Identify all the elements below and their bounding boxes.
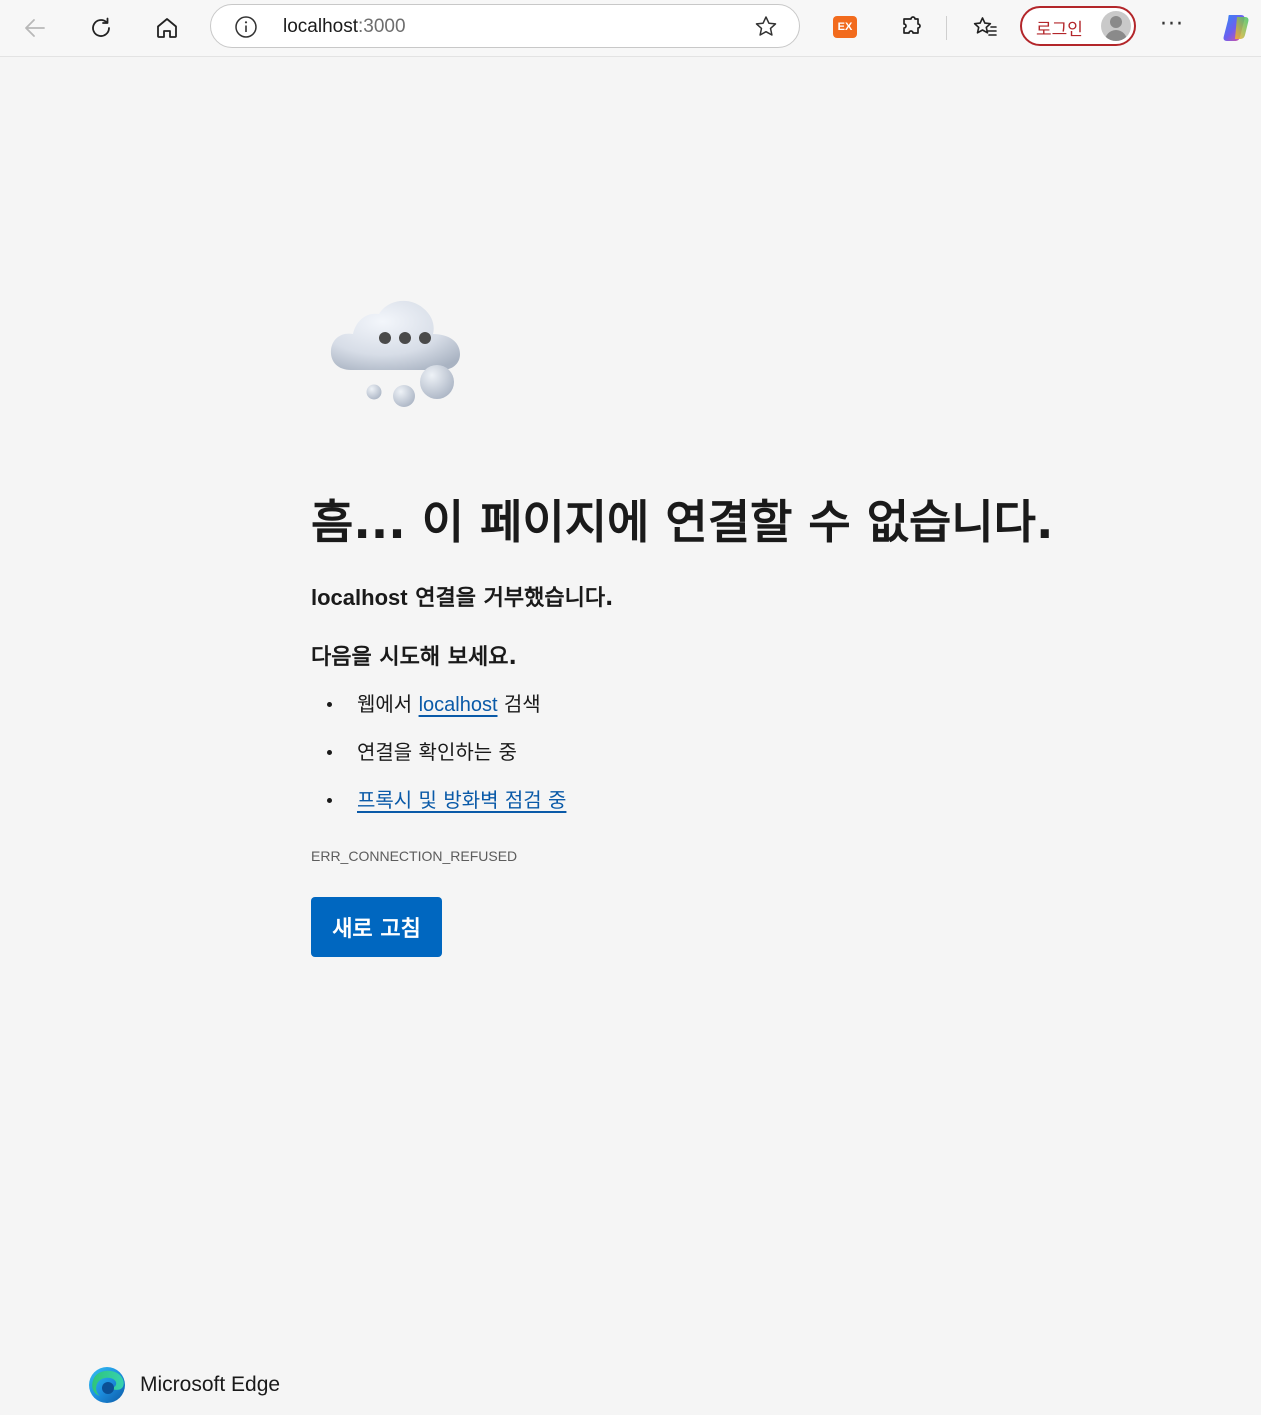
- address-bar[interactable]: localhost:3000: [210, 4, 800, 48]
- bullet: [327, 750, 332, 755]
- bullet: [327, 702, 332, 707]
- info-icon[interactable]: [233, 14, 259, 40]
- url-port: :3000: [358, 16, 406, 37]
- try-heading: 다음을 시도해 보세요.: [311, 645, 517, 670]
- home-button[interactable]: [147, 8, 187, 48]
- edge-brand-name: Microsoft Edge: [140, 1373, 281, 1396]
- login-button[interactable]: 로그인: [1020, 6, 1136, 46]
- reload-button[interactable]: 새로 고침: [311, 897, 442, 957]
- list-item: 연결을 확인하는 중: [311, 728, 566, 776]
- browser-toolbar: localhost:3000 EX 로그인 ···: [0, 0, 1261, 57]
- list-item: 프록시 및 방화벽 점검 중: [311, 776, 566, 824]
- subtitle-host: localhost: [311, 585, 408, 610]
- cloud-icon: [330, 300, 460, 407]
- suggestion-search-prefix: 웹에서: [357, 692, 419, 716]
- error-subtitle: localhost 연결을 거부했습니다.: [311, 580, 613, 612]
- back-button[interactable]: [15, 8, 55, 48]
- login-label: 로그인: [1036, 20, 1083, 40]
- suggestion-search-suffix: 검색: [497, 692, 541, 716]
- list-item: 웹에서 localhost 검색: [311, 680, 566, 728]
- url-host: localhost: [283, 16, 358, 37]
- subtitle-text: 연결을 거부했습니다.: [407, 586, 614, 611]
- extensions-button[interactable]: [891, 8, 931, 48]
- copilot-icon[interactable]: [1220, 11, 1254, 45]
- search-localhost-link[interactable]: localhost: [419, 694, 498, 716]
- error-title: 흠... 이 페이지에 연결할 수 없습니다.: [311, 495, 1054, 549]
- favorites-icon: [973, 17, 997, 36]
- more-icon[interactable]: ···: [1160, 12, 1184, 37]
- address-url[interactable]: localhost:3000: [283, 16, 406, 38]
- favorites-button[interactable]: [965, 8, 1005, 48]
- toolbar-separator: [946, 16, 947, 40]
- bullet: [327, 798, 332, 803]
- refresh-button[interactable]: [81, 8, 121, 48]
- suggestion-check-connection: 연결을 확인하는 중: [357, 740, 517, 764]
- suggestion-list: 웹에서 localhost 검색 연결을 확인하는 중 프록시 및 방화벽 점검…: [311, 680, 566, 824]
- proxy-firewall-link[interactable]: 프록시 및 방화벽 점검 중: [357, 788, 566, 812]
- avatar-icon: [1101, 11, 1131, 41]
- edge-logo-icon: [89, 1367, 125, 1403]
- favorite-star-icon[interactable]: [753, 14, 779, 40]
- refresh-icon: [92, 17, 110, 37]
- extension-ex-button[interactable]: EX: [833, 16, 857, 38]
- back-arrow-icon: [25, 19, 45, 37]
- error-code: ERR_CONNECTION_REFUSED: [311, 848, 518, 864]
- extensions-icon: [903, 16, 921, 34]
- home-icon: [157, 18, 177, 38]
